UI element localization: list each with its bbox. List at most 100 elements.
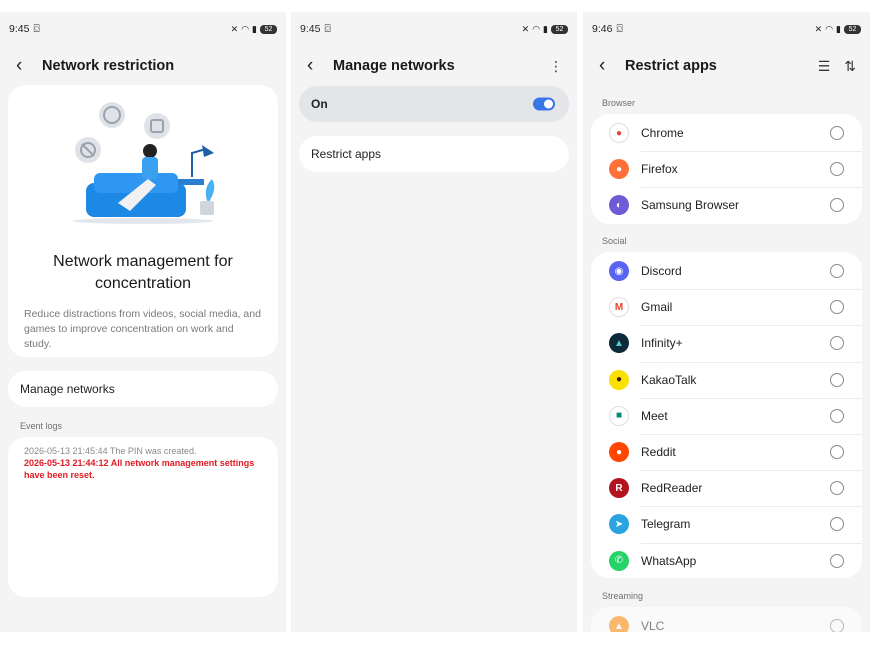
app-row[interactable]: ✆ WhatsApp <box>591 542 862 579</box>
search-list-icon[interactable]: ☰ <box>818 58 831 75</box>
row-divider <box>641 470 862 472</box>
row-divider <box>641 289 862 291</box>
wifi-icon: ◠ <box>241 23 250 34</box>
page-title: Restrict apps <box>625 58 717 74</box>
select-radio[interactable] <box>830 553 844 568</box>
status-time: 9:46 <box>592 23 613 35</box>
event-logs-card: 2026-05-13 21:45:44 The PIN was created.… <box>8 437 278 597</box>
screen-manage-networks: 9:45 ⌼ ✕ ◠ ▮ 52 ‹ Manage networks ⋮ On R… <box>291 12 577 632</box>
mute-icon: ✕ <box>521 23 530 34</box>
app-row[interactable]: ● Reddit <box>591 434 862 470</box>
app-name: Telegram <box>641 517 691 532</box>
select-radio[interactable] <box>830 408 844 423</box>
status-time: 9:45 <box>300 23 321 35</box>
app-row[interactable]: R RedReader <box>591 470 862 506</box>
app-row[interactable]: ■ Meet <box>591 397 862 434</box>
screenshot-icon: ⌼ <box>616 22 623 35</box>
manage-networks-button[interactable]: Manage networks <box>8 371 278 407</box>
app-row[interactable]: ▲ Infinity+ <box>591 325 862 361</box>
app-row[interactable]: ◉ Discord <box>591 253 862 289</box>
telegram-icon: ➤ <box>609 514 629 535</box>
status-bar: 9:45 ⌼ ✕ ◠ ▮ 52 <box>9 20 277 38</box>
app-row[interactable]: ◐ Samsung Browser <box>591 187 862 223</box>
app-name: Discord <box>641 264 682 278</box>
restrict-apps-label: Restrict apps <box>311 147 382 161</box>
page-title: Manage networks <box>333 58 455 74</box>
app-name: WhatsApp <box>641 553 697 568</box>
app-row[interactable]: ● Firefox <box>591 151 862 187</box>
app-header: ‹ Manage networks ⋮ <box>307 54 563 78</box>
app-row[interactable]: ● Chrome <box>591 115 862 151</box>
row-divider <box>641 506 862 508</box>
restrict-apps-button[interactable]: Restrict apps <box>299 136 569 172</box>
app-name: Meet <box>641 408 668 423</box>
wifi-icon: ◠ <box>825 23 834 34</box>
reddit-icon: ● <box>609 442 629 462</box>
whatsapp-icon: ✆ <box>609 550 629 571</box>
select-radio[interactable] <box>830 445 844 459</box>
event-logs-heading: Event logs <box>20 421 63 431</box>
app-name: KakaoTalk <box>641 372 697 387</box>
select-radio[interactable] <box>830 264 844 278</box>
back-icon[interactable]: ‹ <box>307 55 327 77</box>
redreader-icon: R <box>609 478 629 499</box>
concentration-illustration-icon <box>73 102 215 224</box>
meet-icon: ■ <box>609 405 629 426</box>
back-icon[interactable]: ‹ <box>16 55 36 77</box>
row-divider <box>641 434 862 435</box>
app-name: Gmail <box>641 300 673 315</box>
select-radio[interactable] <box>830 372 844 387</box>
gmail-icon: M <box>609 297 629 318</box>
app-name: Reddit <box>641 445 676 459</box>
row-divider <box>641 542 862 544</box>
back-icon[interactable]: ‹ <box>599 55 619 77</box>
app-row[interactable]: ➤ Telegram <box>591 506 862 542</box>
sort-icon[interactable]: ⇅ <box>844 58 856 75</box>
app-row[interactable]: ● KakaoTalk <box>591 361 862 398</box>
battery-icon: 52 <box>260 24 277 34</box>
discord-icon: ◉ <box>609 261 629 281</box>
wifi-icon: ◠ <box>532 23 541 34</box>
row-divider <box>641 325 862 327</box>
select-radio[interactable] <box>830 300 844 315</box>
select-radio[interactable] <box>830 336 844 351</box>
master-switch-row[interactable]: On <box>299 86 569 122</box>
section-social: Social <box>602 236 627 246</box>
app-header: ‹ Network restriction <box>16 54 272 78</box>
browser-apps-card: ● Chrome ● Firefox ◐ Samsung Browser <box>591 114 862 224</box>
vlc-icon: ▲ <box>609 616 629 632</box>
screen-network-restriction: 9:45 ⌼ ✕ ◠ ▮ 52 ‹ Network restriction Ne… <box>0 12 286 632</box>
social-apps-card: ◉ Discord M Gmail ▲ Infinity+ ● KakaoTalk ■ Meet ●… <box>591 252 862 578</box>
app-name: Infinity+ <box>641 336 683 351</box>
log-entry: 2026-05-13 21:45:44 The PIN was created. <box>24 446 197 456</box>
hero-description: Reduce distractions from videos, social … <box>24 308 261 350</box>
select-radio[interactable] <box>830 198 844 213</box>
mute-icon: ✕ <box>814 23 823 34</box>
signal-icon: ▮ <box>252 23 257 34</box>
select-radio[interactable] <box>830 481 844 496</box>
chrome-icon: ● <box>609 123 629 143</box>
select-radio[interactable] <box>830 517 844 532</box>
on-toggle[interactable] <box>533 97 555 111</box>
hero-card: Network management for concentration Red… <box>8 85 278 357</box>
app-row[interactable]: ▲ VLC <box>591 608 862 632</box>
app-name: RedReader <box>641 481 703 496</box>
page-title: Network restriction <box>42 58 175 74</box>
hero-title: Network management for concentration <box>53 253 233 292</box>
select-radio[interactable] <box>830 619 844 632</box>
screenshot-icon: ⌼ <box>324 22 331 35</box>
section-streaming: Streaming <box>602 591 644 601</box>
select-radio[interactable] <box>830 162 844 177</box>
app-row[interactable]: M Gmail <box>591 289 862 325</box>
status-time: 9:45 <box>9 23 30 35</box>
select-radio[interactable] <box>830 126 844 140</box>
battery-icon: 52 <box>551 24 568 34</box>
status-bar: 9:46 ⌼ ✕ ◠ ▮ 52 <box>592 20 861 38</box>
app-name: Firefox <box>641 162 678 177</box>
screenshot-icon: ⌼ <box>33 22 40 35</box>
signal-icon: ▮ <box>543 23 548 34</box>
more-options-icon[interactable]: ⋮ <box>549 58 563 75</box>
battery-icon: 52 <box>844 24 861 34</box>
app-name: VLC <box>641 619 665 632</box>
screen-restrict-apps: 9:46 ⌼ ✕ ◠ ▮ 52 ‹ Restrict apps ☰ ⇅ Brow… <box>583 12 870 632</box>
